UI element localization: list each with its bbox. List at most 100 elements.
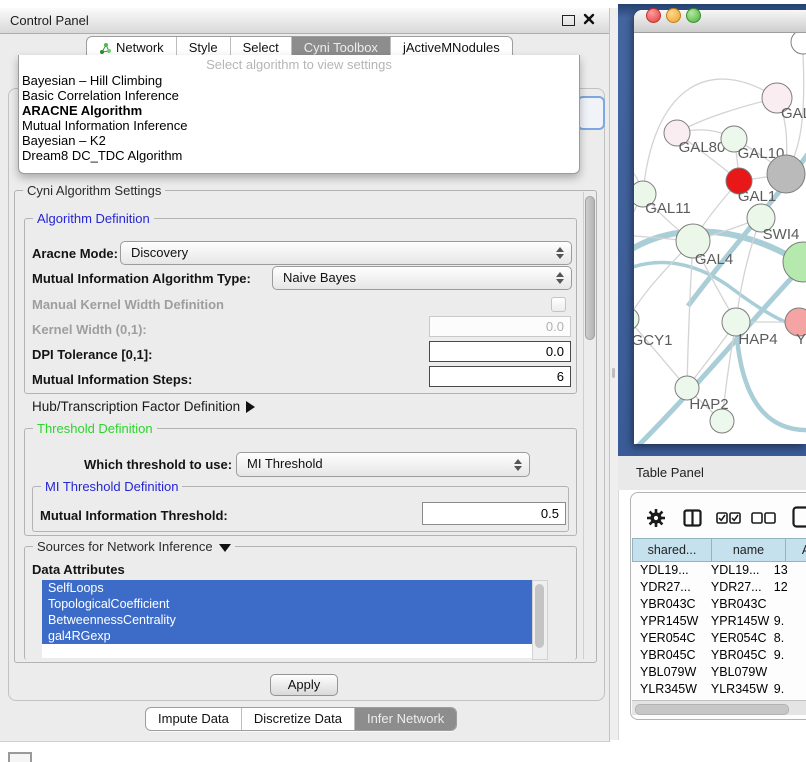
minimized-panel-icon[interactable] [8,752,32,762]
attribute-item-selfloops[interactable]: SelfLoops [42,580,548,596]
which-threshold-select[interactable]: MI Threshold [236,452,530,477]
table-row[interactable]: YER054CYER054C8. [632,630,806,647]
float-panel-icon[interactable] [562,15,575,26]
which-threshold-value: MI Threshold [247,453,323,474]
algorithm-option-mutual-information-inference[interactable]: Mutual Information Inference [19,118,579,133]
attributes-scrollbar[interactable] [532,580,548,660]
settings-scrollbar-thumb[interactable] [585,196,595,340]
splitter-grip[interactable] [612,368,615,378]
column-header-shared[interactable]: shared... [632,538,711,562]
apply-button[interactable]: Apply [270,674,338,696]
algorithm-option-basic-correlation-inference[interactable]: Basic Correlation Inference [19,88,579,103]
select-all-checkboxes-icon[interactable] [716,512,741,524]
algorithm-option-aracne-algorithm[interactable]: ARACNE Algorithm [19,103,579,118]
table-cell: 9. [770,613,806,630]
network-node-unlabeled[interactable] [710,409,734,433]
sources-group-header[interactable]: Sources for Network Inference [33,539,235,554]
table-row[interactable]: YBL079WYBL079W [632,664,806,681]
table-body: YDL19...YDL19...13YDR27...YDR27...12YBR0… [632,562,806,700]
network-node-label: GAL80 [679,139,726,156]
table-cell: YLR345W [632,681,703,698]
window-zoom-icon[interactable] [686,8,701,23]
which-threshold-label: Which threshold to use: [84,457,232,472]
gear-icon[interactable] [646,508,666,528]
network-node-gcy1[interactable] [634,308,639,330]
network-edge [643,79,777,194]
mi-algorithm-type-select[interactable]: Naive Bayes [272,266,572,290]
mi-steps-label: Mutual Information Steps: [32,372,192,387]
manual-kernel-width-checkbox [551,297,566,312]
table-cell: YPR145W [703,613,770,630]
mi-threshold-field[interactable]: 0.5 [422,502,566,525]
table-row[interactable]: YBR043CYBR043C [632,596,806,613]
table-cell: YER054C [632,630,703,647]
table-cell: YER054C [703,630,770,647]
tab-label: Impute Data [158,708,229,730]
new-table-icon[interactable] [792,506,806,528]
table-cell: YDL19... [632,562,703,579]
deselect-all-checkboxes-icon[interactable] [751,512,776,524]
attribute-item-topologicalcoefficient[interactable]: TopologicalCoefficient [42,596,548,612]
table-cell: YDR27... [632,579,703,596]
tab-infer-network[interactable]: Infer Network [355,708,456,730]
dpi-tolerance-field[interactable]: 0.0 [429,341,571,362]
aracne-mode-label: Aracne Mode: [32,246,118,261]
table-cell [770,596,806,613]
table-cell: 9. [770,681,806,698]
network-node-unlabeled[interactable] [783,242,806,282]
application-root: Control Panel NetworkStyleSelectCyni Too… [0,0,806,762]
attributes-scrollbar-thumb[interactable] [535,584,544,648]
attribute-item-betweennesscentrality[interactable]: BetweennessCentrality [42,612,548,628]
network-edge [634,263,806,330]
table-cell: YDR27... [703,579,770,596]
network-node-label: GAL11 [645,200,691,217]
network-canvas[interactable]: GALGAL80GAL10GAL1GAL11SWI4GAL4GCY1HAP4YH… [634,33,806,444]
table-header-row: shared...nameA [632,538,806,562]
tab-impute-data[interactable]: Impute Data [146,708,242,730]
network-node-unlabeled[interactable] [767,155,805,193]
hub-transcription-label: Hub/Transcription Factor Definition [32,399,240,414]
table-cell: YBR043C [703,596,770,613]
control-panel-titlebar [0,8,609,34]
kernel-width-label: Kernel Width (0,1): [32,322,147,337]
data-attributes-label: Data Attributes [32,562,125,577]
settings-scrollbar[interactable] [583,192,595,659]
mi-threshold-definition-label: MI Threshold Definition [41,479,182,494]
column-header-a[interactable]: A [785,538,806,562]
combo-spinner-icon [556,272,564,284]
manual-kernel-width-label: Manual Kernel Width Definition [32,297,224,312]
tab-label: Infer Network [367,708,444,730]
mi-steps-field[interactable]: 6 [429,366,571,387]
table-horizontal-scrollbar[interactable] [632,700,806,715]
window-close-icon[interactable] [646,8,661,23]
table-scrollbar-thumb[interactable] [635,704,789,715]
attribute-item-gal4rgexp[interactable]: gal4RGexp [42,628,548,644]
window-minimize-icon[interactable] [666,8,681,23]
table-cell: YBR045C [632,647,703,664]
data-attributes-list: SelfLoopsTopologicalCoefficientBetweenne… [42,580,548,658]
table-cell: YBR045C [703,647,770,664]
close-panel-icon[interactable] [583,13,595,25]
network-node-label: GAL1 [738,188,776,205]
algorithm-option-bayesian-hill-climbing[interactable]: Bayesian – Hill Climbing [19,73,579,88]
algorithm-option-bayesian-k2[interactable]: Bayesian – K2 [19,133,579,148]
table-row[interactable]: YDR27...YDR27...12 [632,579,806,596]
table-row[interactable]: YPR145WYPR145W9. [632,613,806,630]
hub-transcription-expander[interactable]: Hub/Transcription Factor Definition [32,399,255,414]
table-row[interactable]: YBR045CYBR045C9. [632,647,806,664]
table-row[interactable]: YLR345WYLR345W9. [632,681,806,698]
split-view-icon[interactable] [683,509,702,527]
column-header-name[interactable]: name [711,538,785,562]
network-node-label: GAL4 [695,251,733,268]
tab-discretize-data[interactable]: Discretize Data [242,708,355,730]
cyni-algorithm-settings-label: Cyni Algorithm Settings [23,183,165,198]
network-node-label: SWI4 [763,226,800,243]
table-row[interactable]: YDL19...YDL19...13 [632,562,806,579]
algorithm-dropdown-popup: Select algorithm to view settings Bayesi… [18,55,580,174]
background-combobox-fragment [577,96,605,130]
algorithm-dropdown-items: Bayesian – Hill ClimbingBasic Correlatio… [19,73,579,163]
aracne-mode-select[interactable]: Discovery [120,241,572,265]
network-node-label: GAL [781,105,806,122]
algorithm-option-dream8-dc-tdc-algorithm[interactable]: Dream8 DC_TDC Algorithm [19,148,579,163]
network-node-unlabeled[interactable] [791,33,806,54]
